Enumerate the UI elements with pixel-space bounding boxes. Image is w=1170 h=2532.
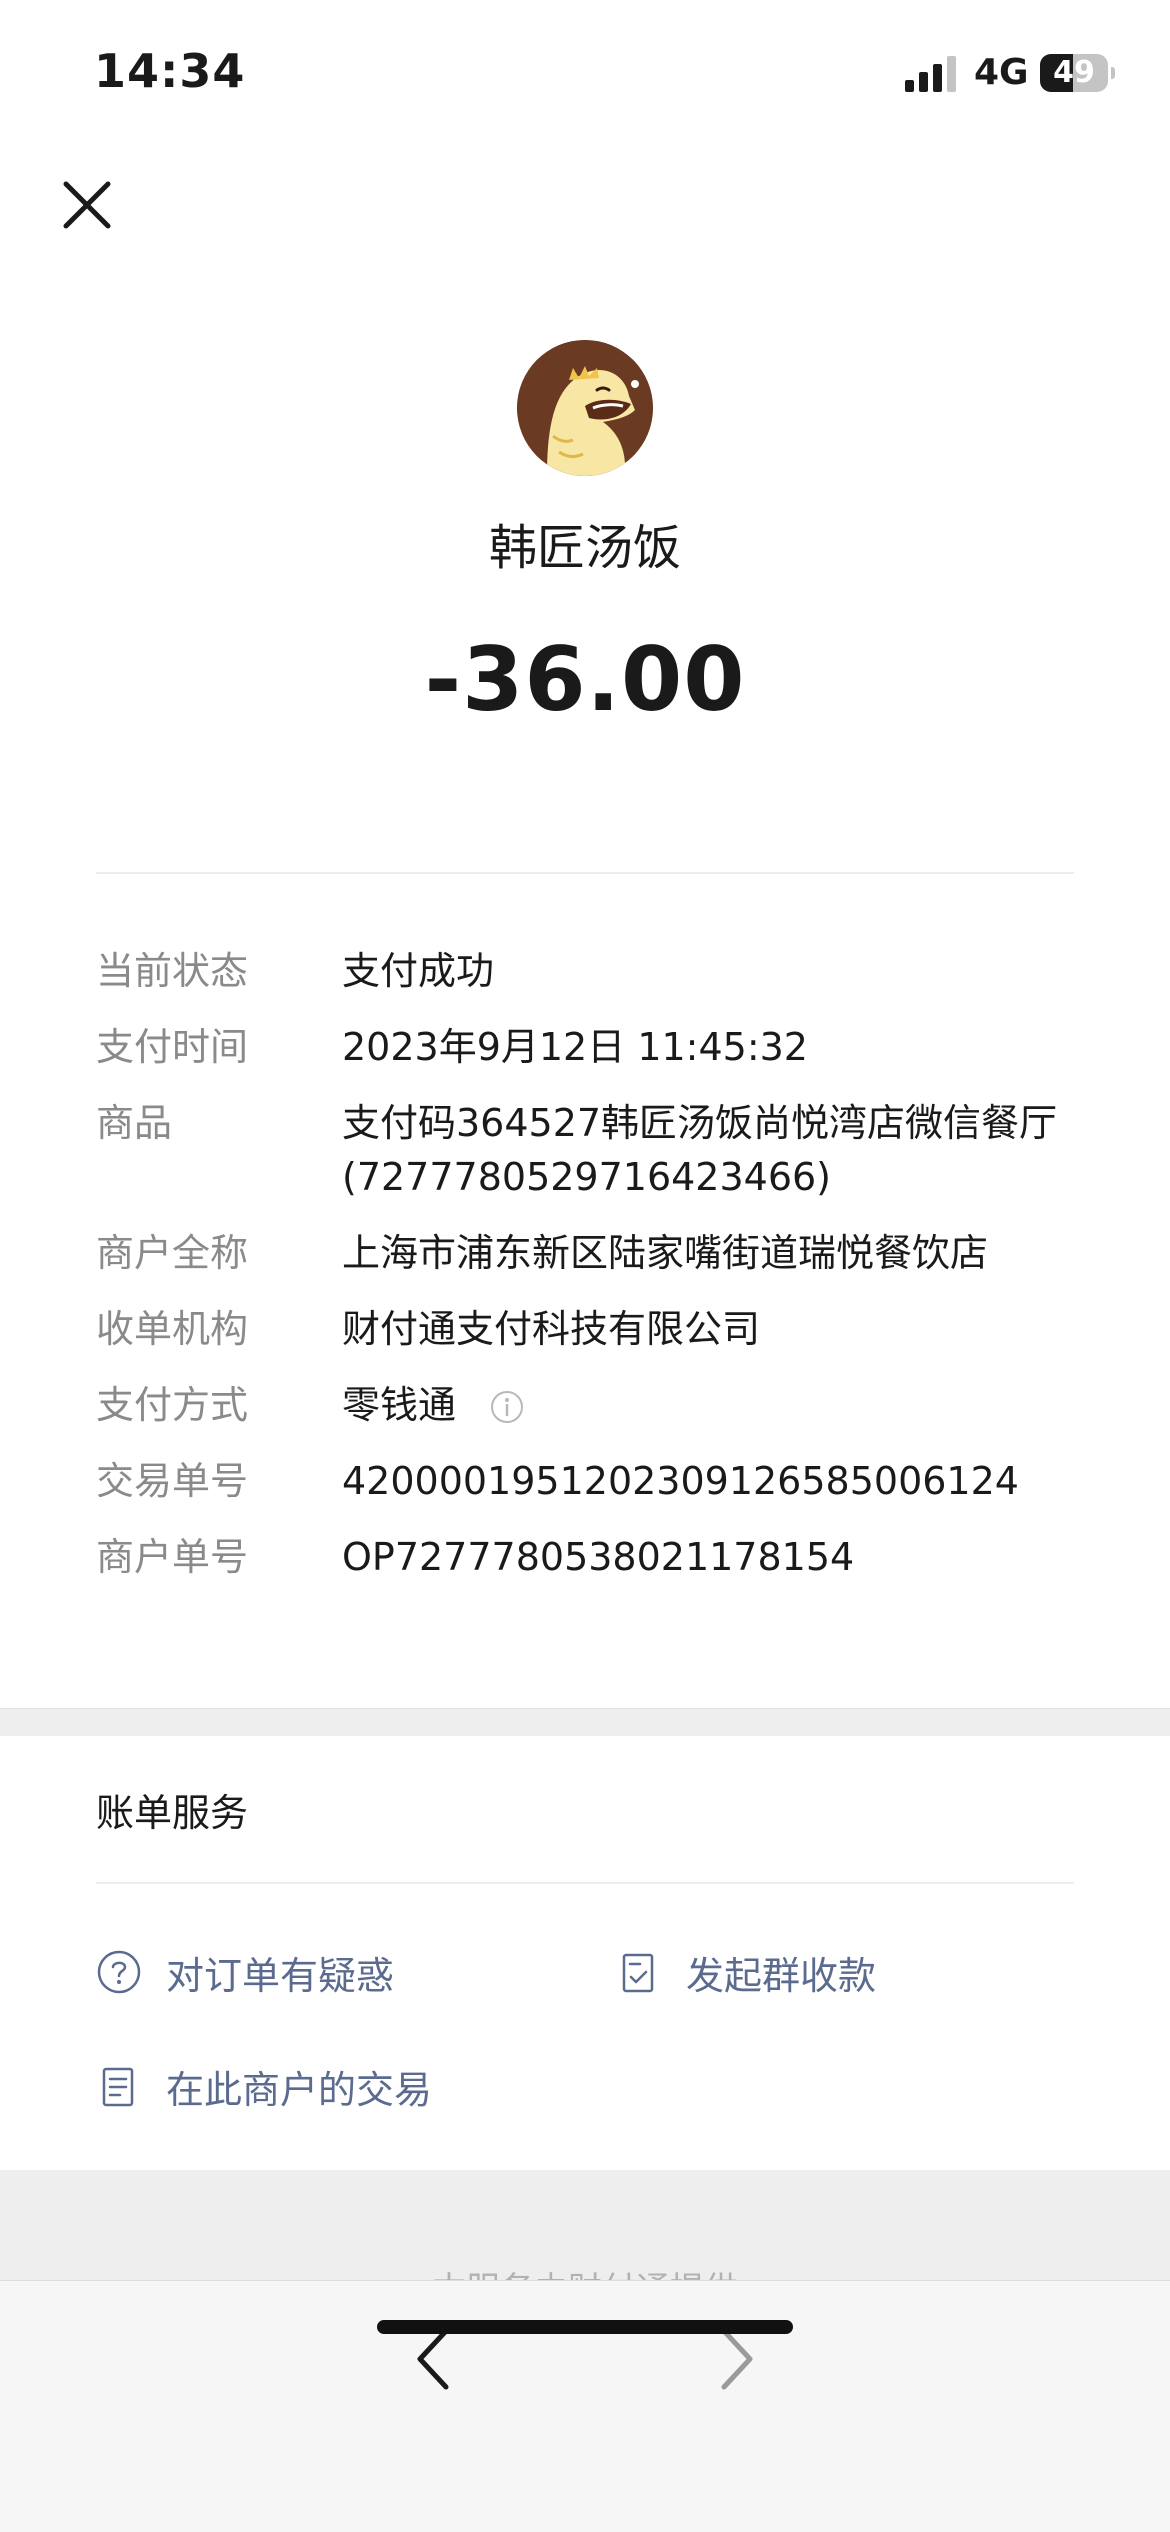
detail-row-transaction-id: 交易单号 4200001951202309126585006124 (96, 1454, 1074, 1508)
battery-level: 49 (1053, 55, 1095, 90)
payment-amount: -36.00 (424, 628, 746, 731)
section-separator (0, 1708, 1170, 1737)
detail-label: 商户单号 (96, 1535, 249, 1579)
merchant-transactions-link[interactable]: 在此商户的交易 (96, 2056, 432, 2116)
detail-row-payment-method: 支付方式 零钱通 (96, 1378, 1074, 1432)
order-question-link[interactable]: 对订单有疑惑 (96, 1942, 394, 2002)
status-bar: 14:34 4G 49 (0, 0, 1170, 150)
detail-label: 商户全称 (96, 1231, 249, 1275)
detail-row-merchant-fullname: 商户全称 上海市浦东新区陆家嘴街道瑞悦餐饮店 (96, 1226, 1074, 1280)
footer-area: 本服务由财付通提供 (0, 2170, 1170, 2280)
detail-value: 财付通支付科技有限公司 (342, 1307, 761, 1351)
dinosaur-avatar (517, 340, 653, 476)
transaction-details: 当前状态 支付成功 支付时间 2023年9月12日 11:45:32 商品 支付… (96, 944, 1074, 1606)
detail-value: 支付成功 (342, 949, 495, 993)
merchant-transactions-label: 在此商户的交易 (166, 2067, 433, 2112)
detail-value: OP7277780538021178154 (342, 1535, 855, 1579)
info-icon[interactable] (490, 1390, 524, 1424)
detail-label: 收单机构 (96, 1307, 249, 1351)
receipt-check-icon (622, 1953, 654, 1993)
detail-row-status: 当前状态 支付成功 (96, 944, 1074, 998)
detail-label: 支付方式 (96, 1383, 249, 1427)
detail-row-acquirer: 收单机构 财付通支付科技有限公司 (96, 1302, 1074, 1356)
detail-label: 当前状态 (96, 949, 249, 993)
detail-value: 上海市浦东新区陆家嘴街道瑞悦餐饮店 (342, 1231, 989, 1275)
payment-detail-page: 14:34 4G 49 韩匠汤饭 -36.00 当前状态 支付成功 支付时间 2… (0, 0, 1170, 2532)
detail-value: 2023年9月12日 11:45:32 (342, 1025, 808, 1069)
detail-label: 商品 (96, 1101, 173, 1145)
close-icon[interactable] (52, 170, 122, 240)
bill-services: 账单服务 对订单有疑惑 发起群收款 在此商户的交易 (0, 1736, 1170, 2170)
detail-row-time: 支付时间 2023年9月12日 11:45:32 (96, 1020, 1074, 1074)
question-circle-icon (97, 1950, 141, 1994)
detail-value: 支付码364527韩匠汤饭尚悦湾店微信餐厅(727778052971642346… (342, 1101, 1058, 1199)
group-collect-label: 发起群收款 (686, 1953, 877, 1998)
merchant-name: 韩匠汤饭 (488, 520, 681, 576)
group-collect-link[interactable]: 发起群收款 (616, 1942, 876, 2002)
status-time: 14:34 (94, 44, 246, 98)
network-type: 4G (974, 52, 1029, 93)
detail-value: 零钱通 (342, 1383, 457, 1427)
footer-note: 本服务由财付通提供 (0, 2262, 1170, 2280)
order-question-label: 对订单有疑惑 (166, 1953, 395, 1998)
divider (96, 872, 1074, 874)
merchant-avatar (517, 340, 653, 476)
battery-icon: 49 (1040, 54, 1115, 92)
document-icon (102, 2067, 134, 2107)
detail-value: 4200001951202309126585006124 (342, 1459, 1019, 1503)
detail-label: 支付时间 (96, 1025, 249, 1069)
detail-row-merchant-order-id: 商户单号 OP7277780538021178154 (96, 1530, 1074, 1584)
divider (96, 1882, 1074, 1884)
browser-toolbar (0, 2280, 1170, 2532)
home-indicator[interactable] (377, 2320, 793, 2334)
detail-row-product: 商品 支付码364527韩匠汤饭尚悦湾店微信餐厅(727778052971642… (96, 1096, 1074, 1204)
signal-icon (905, 56, 956, 92)
detail-label: 交易单号 (96, 1459, 249, 1503)
services-title: 账单服务 (96, 1791, 249, 1835)
